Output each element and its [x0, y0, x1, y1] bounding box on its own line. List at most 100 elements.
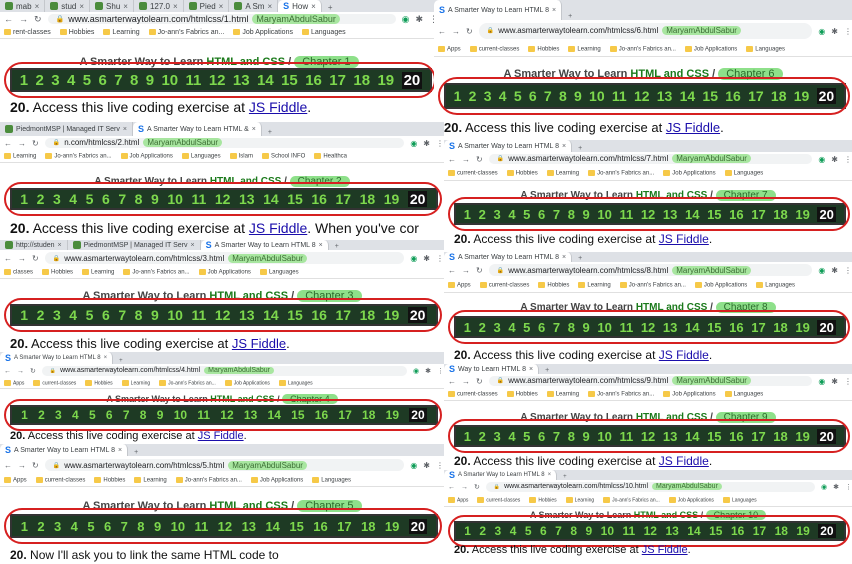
exercise-number-link[interactable]: 20 — [817, 206, 836, 222]
bookmark-item[interactable]: Learning — [121, 379, 150, 386]
back-arrow-icon[interactable]: ← — [448, 484, 455, 491]
bookmark-item[interactable]: Job Applications — [684, 45, 737, 52]
close-icon[interactable]: × — [79, 2, 84, 11]
exercise-number-link[interactable]: 16 — [729, 207, 743, 222]
exercise-number-link[interactable]: 11 — [619, 207, 633, 222]
exercise-number-link[interactable]: 12 — [641, 207, 655, 222]
menu-icon[interactable]: ⋮ — [844, 377, 852, 386]
exercise-number-link[interactable]: 8 — [559, 88, 567, 104]
exercise-number-link[interactable]: 12 — [641, 320, 655, 335]
exercise-number-link[interactable]: 13 — [239, 307, 255, 323]
exercise-number-link[interactable]: 5 — [523, 320, 530, 335]
bookmark-item[interactable]: Jo-ann's Fabrics an... — [159, 379, 216, 386]
close-icon[interactable]: × — [35, 2, 40, 11]
back-arrow-icon[interactable]: ← — [4, 461, 12, 470]
bookmark-item[interactable]: Apps — [4, 476, 27, 483]
new-tab-icon[interactable]: + — [262, 129, 278, 136]
exercise-number-link[interactable]: 16 — [731, 524, 744, 538]
exercise-number-link[interactable]: 6 — [104, 519, 111, 534]
bookmark-item[interactable]: Learning — [546, 169, 579, 176]
bookmark-item[interactable]: Languages — [278, 379, 313, 386]
exercise-number-link[interactable]: 16 — [305, 72, 322, 89]
reload-icon[interactable]: ↻ — [32, 139, 39, 148]
bookmark-item[interactable]: Jo-ann's Fabrics an... — [148, 29, 224, 36]
extension-icon[interactable]: ◉ — [410, 139, 417, 148]
js-fiddle-link[interactable]: JS Fiddle — [659, 348, 709, 362]
exercise-number-link[interactable]: 10 — [174, 408, 187, 422]
exercise-number-link[interactable]: 2 — [37, 519, 44, 534]
exercise-number-link[interactable]: 15 — [702, 88, 718, 104]
exercise-number-link[interactable]: 20 — [408, 518, 428, 534]
exercise-number-link[interactable]: 3 — [53, 307, 61, 323]
reload-icon[interactable]: ↻ — [32, 254, 39, 263]
exercise-number-link[interactable]: 11 — [619, 429, 633, 444]
exercise-number-link[interactable]: 20 — [817, 319, 836, 335]
exercise-number-link[interactable]: 8 — [130, 72, 138, 89]
exercise-number-link[interactable]: 10 — [597, 429, 611, 444]
exercise-number-link[interactable]: 19 — [795, 207, 809, 222]
exercise-number-link[interactable]: 1 — [464, 207, 471, 222]
exercise-number-link[interactable]: 6 — [98, 72, 106, 89]
back-arrow-icon[interactable]: ← — [438, 27, 446, 36]
exercise-number-link[interactable]: 14 — [263, 191, 279, 207]
exercise-number-link[interactable]: 17 — [753, 524, 766, 538]
exercise-number-link[interactable]: 14 — [687, 524, 700, 538]
address-bar[interactable]: 🔒 www.asmarterwaytolearn.com/htmlcss/10.h… — [485, 482, 816, 492]
bookmark-item[interactable]: Jo-ann's Fabrics an... — [175, 476, 242, 483]
bookmark-item[interactable]: Hobbies — [506, 390, 538, 397]
close-icon[interactable]: × — [529, 366, 533, 373]
exercise-number-link[interactable]: 5 — [86, 307, 94, 323]
menu-icon[interactable]: ⋮ — [844, 155, 852, 164]
bookmark-item[interactable]: Hobbies — [529, 496, 557, 503]
new-tab-icon[interactable]: + — [329, 243, 345, 250]
exercise-number-link[interactable]: 7 — [553, 320, 560, 335]
exercise-number-link[interactable]: 8 — [135, 191, 143, 207]
bookmark-item[interactable]: Jo-ann's Fabrics an... — [588, 169, 654, 176]
address-bar[interactable]: 🔒 n.com/htmlcss/2.html MaryamAbdulSabur — [44, 138, 405, 148]
menu-icon[interactable]: ⋮ — [437, 367, 444, 375]
back-arrow-icon[interactable]: ← — [4, 254, 12, 263]
exercise-number-link[interactable]: 14 — [265, 519, 279, 534]
exercise-number-link[interactable]: 20 — [401, 71, 423, 89]
back-arrow-icon[interactable]: ← — [448, 155, 456, 164]
back-arrow-icon[interactable]: ← — [448, 266, 456, 275]
exercise-number-link[interactable]: 18 — [775, 524, 788, 538]
bookmark-item[interactable]: Hobbies — [528, 45, 559, 52]
exercise-number-link[interactable]: 15 — [281, 72, 298, 89]
exercise-number-link[interactable]: 8 — [140, 408, 147, 422]
extension-puzzle-icon[interactable]: ✱ — [831, 377, 838, 386]
bookmark-item[interactable]: Apps — [438, 45, 461, 52]
browser-tab[interactable]: S Way to Learn HTML 8 × — [444, 364, 540, 374]
browser-tab[interactable]: PiedmontMSP | Managed IT Serv × — [68, 240, 201, 250]
exercise-number-link[interactable]: 3 — [484, 88, 492, 104]
bookmark-item[interactable]: Languages — [301, 29, 346, 36]
exercise-number-link[interactable]: 7 — [544, 88, 552, 104]
exercise-number-link[interactable]: 11 — [197, 408, 210, 422]
forward-arrow-icon[interactable]: → — [461, 484, 468, 491]
exercise-number-link[interactable]: 12 — [215, 307, 231, 323]
exercise-number-link[interactable]: 15 — [707, 429, 721, 444]
bookmark-item[interactable]: current-classes — [448, 169, 498, 176]
js-fiddle-link[interactable]: JS Fiddle — [642, 544, 688, 556]
exercise-number-link[interactable]: 13 — [242, 519, 256, 534]
bookmark-item[interactable]: Jo-ann's Fabrics an... — [603, 496, 660, 503]
exercise-number-link[interactable]: 17 — [751, 320, 765, 335]
bookmark-item[interactable]: current-classes — [469, 45, 519, 52]
reload-icon[interactable]: ↻ — [476, 377, 483, 386]
extension-puzzle-icon[interactable]: ✱ — [833, 483, 839, 491]
bookmark-item[interactable]: Languages — [724, 390, 763, 397]
forward-arrow-icon[interactable]: → — [18, 139, 26, 148]
exercise-number-link[interactable]: 13 — [239, 191, 255, 207]
reload-icon[interactable]: ↻ — [34, 14, 42, 25]
exercise-number-link[interactable]: 13 — [665, 524, 678, 538]
browser-tab[interactable]: 127.0 × — [134, 0, 184, 12]
browser-tab[interactable]: Shu × — [90, 0, 134, 12]
exercise-number-link[interactable]: 7 — [118, 307, 126, 323]
browser-tab[interactable]: SA Smarter Way to Learn HTML 8 × — [444, 470, 558, 480]
extension-icon[interactable]: ◉ — [818, 266, 825, 275]
forward-arrow-icon[interactable]: → — [452, 27, 460, 36]
exercise-number-link[interactable]: 6 — [538, 429, 545, 444]
exercise-number-link[interactable]: 1 — [21, 519, 28, 534]
bookmark-item[interactable]: Hobbies — [85, 379, 113, 386]
exercise-number-link[interactable]: 19 — [794, 88, 810, 104]
